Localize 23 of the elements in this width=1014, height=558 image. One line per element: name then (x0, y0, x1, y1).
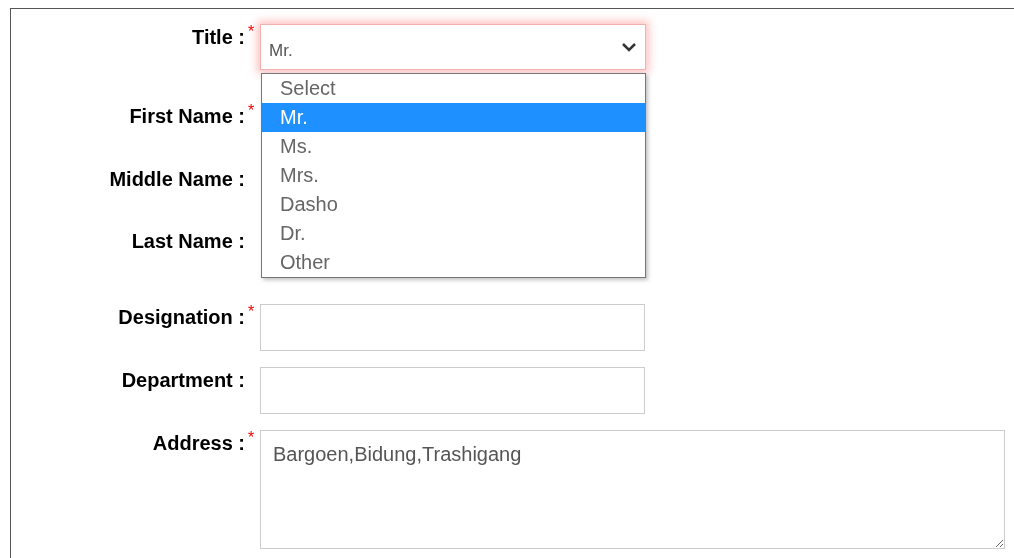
address-field[interactable]: Bargoen,Bidung,Trashigang (260, 430, 1005, 549)
field-label: Designation : (118, 305, 245, 330)
dropdown-option[interactable]: Mr. (262, 103, 645, 132)
dropdown-option[interactable]: Ms. (262, 132, 645, 161)
field-label: Middle Name : (109, 167, 245, 192)
required-mark: * (248, 24, 256, 40)
field-label: Last Name : (131, 229, 245, 254)
field-label: Department : (121, 368, 245, 393)
required-mark: * (248, 103, 256, 119)
text-field[interactable] (260, 304, 645, 351)
dropdown-option[interactable]: Dasho (262, 190, 645, 219)
dropdown-option[interactable]: Dr. (262, 219, 645, 248)
text-field[interactable] (260, 367, 645, 414)
dropdown-option[interactable]: Other (262, 248, 645, 277)
field-label: Address : (152, 431, 245, 456)
field-label: Title : (192, 25, 245, 50)
dropdown-option[interactable]: Mrs. (262, 161, 645, 190)
title-select[interactable]: Mr. (260, 24, 646, 70)
required-mark: * (248, 430, 256, 446)
required-mark: * (248, 304, 256, 320)
field-label: First Name : (129, 104, 245, 129)
dropdown-option[interactable]: Select (262, 74, 645, 103)
chevron-down-icon (621, 42, 637, 52)
